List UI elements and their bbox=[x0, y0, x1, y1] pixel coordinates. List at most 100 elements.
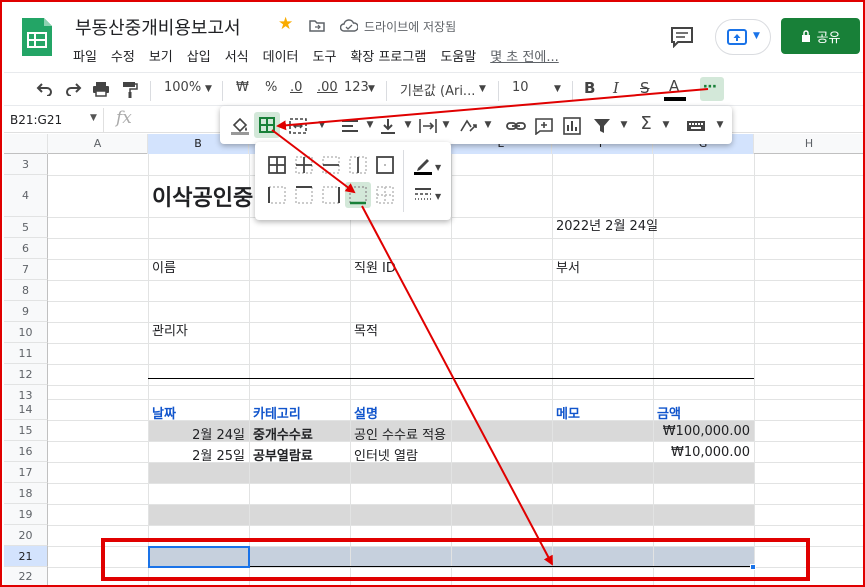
row-header-16[interactable]: 16 bbox=[4, 441, 48, 462]
row-header-7[interactable]: 7 bbox=[4, 259, 48, 280]
undo-icon[interactable] bbox=[36, 82, 54, 96]
last-edit-link[interactable]: 몇 초 전에... bbox=[490, 46, 559, 65]
chevron-down-icon[interactable]: ▼ bbox=[656, 120, 676, 138]
menu-format[interactable]: 서식 bbox=[225, 46, 249, 65]
chevron-down-icon[interactable]: ▼ bbox=[435, 192, 441, 201]
horizontal-align-icon[interactable] bbox=[340, 117, 360, 135]
decrease-decimal-button[interactable]: .0 bbox=[290, 80, 302, 95]
chevron-down-icon[interactable]: ▼ bbox=[398, 120, 418, 138]
increase-decimal-button[interactable]: .00 bbox=[317, 80, 338, 95]
row-header-6[interactable]: 6 bbox=[4, 238, 48, 259]
sheets-logo-icon[interactable] bbox=[20, 16, 54, 58]
row-16-desc-cell[interactable]: 인터넷 열람 bbox=[354, 445, 418, 464]
chevron-down-icon[interactable]: ▼ bbox=[435, 163, 441, 172]
more-formats-button[interactable]: 123 bbox=[344, 80, 369, 95]
zoom-select[interactable]: 100% bbox=[164, 80, 201, 95]
present-button[interactable]: ▼ bbox=[715, 19, 771, 55]
chevron-down-icon[interactable]: ▼ bbox=[436, 120, 456, 138]
document-title[interactable]: 부동산중개비용보고서 bbox=[75, 14, 241, 40]
share-button[interactable]: 공유 bbox=[781, 18, 860, 54]
more-button[interactable]: ⋯ bbox=[700, 77, 724, 101]
cloud-saved-icon[interactable] bbox=[340, 19, 358, 32]
borders-button[interactable] bbox=[254, 112, 280, 138]
dept-label-cell[interactable]: 부서 bbox=[556, 257, 580, 276]
chevron-down-icon[interactable]: ▼ bbox=[205, 84, 212, 94]
vertical-align-icon[interactable] bbox=[378, 117, 398, 135]
employee-id-label-cell[interactable]: 직원 ID bbox=[354, 257, 396, 276]
chevron-down-icon[interactable]: ▼ bbox=[360, 120, 380, 138]
header-desc-cell[interactable]: 설명 bbox=[354, 403, 378, 422]
horizontal-borders-icon[interactable] bbox=[321, 155, 341, 175]
menu-tools[interactable]: 도구 bbox=[313, 46, 337, 65]
menu-insert[interactable]: 삽입 bbox=[187, 46, 211, 65]
row-16-category-cell[interactable]: 공부열람료 bbox=[253, 445, 313, 464]
inner-borders-icon[interactable] bbox=[294, 155, 314, 175]
row-header-11[interactable]: 11 bbox=[4, 343, 48, 364]
menu-file[interactable]: 파일 bbox=[73, 46, 97, 65]
header-memo-cell[interactable]: 메모 bbox=[556, 403, 580, 422]
insert-link-icon[interactable] bbox=[506, 117, 526, 135]
row-header-20[interactable]: 20 bbox=[4, 525, 48, 546]
menu-help[interactable]: 도움말 bbox=[440, 46, 476, 65]
bottom-border-button[interactable] bbox=[345, 182, 371, 208]
left-border-icon[interactable] bbox=[267, 185, 287, 205]
text-rotation-icon[interactable] bbox=[458, 117, 478, 135]
chevron-down-icon[interactable]: ▼ bbox=[90, 113, 97, 123]
row-15-category-cell[interactable]: 중개수수료 bbox=[253, 424, 313, 443]
comment-icon[interactable] bbox=[670, 26, 694, 48]
header-date-cell[interactable]: 날짜 bbox=[152, 403, 176, 422]
fill-handle[interactable] bbox=[750, 564, 756, 570]
chevron-down-icon[interactable]: ▼ bbox=[479, 84, 486, 94]
chevron-down-icon[interactable]: ▼ bbox=[554, 84, 561, 94]
row-header-4[interactable]: 4 bbox=[4, 175, 48, 217]
row-header-9[interactable]: 9 bbox=[4, 301, 48, 322]
select-all-corner[interactable] bbox=[4, 134, 48, 154]
border-color-icon[interactable] bbox=[413, 155, 433, 175]
row-16-amount-cell[interactable]: ₩10,000.00 bbox=[653, 445, 750, 460]
chevron-down-icon[interactable]: ▼ bbox=[710, 120, 730, 138]
column-header-a[interactable]: A bbox=[48, 134, 148, 154]
bold-button[interactable]: B bbox=[584, 79, 595, 97]
row-15-amount-cell[interactable]: ₩100,000.00 bbox=[653, 424, 750, 439]
functions-icon[interactable]: Σ bbox=[636, 113, 656, 134]
currency-format-button[interactable]: ₩ bbox=[236, 80, 249, 95]
row-header-8[interactable]: 8 bbox=[4, 280, 48, 301]
chevron-down-icon[interactable]: ▼ bbox=[478, 120, 498, 138]
name-box[interactable]: B21:G21 bbox=[4, 108, 104, 132]
print-icon[interactable] bbox=[92, 81, 110, 97]
redo-icon[interactable] bbox=[64, 82, 82, 96]
move-folder-icon[interactable] bbox=[309, 19, 325, 32]
menu-data[interactable]: 데이터 bbox=[263, 46, 299, 65]
menu-view[interactable]: 보기 bbox=[149, 46, 173, 65]
clear-borders-icon[interactable] bbox=[375, 185, 395, 205]
fill-color-icon[interactable] bbox=[230, 117, 250, 135]
name-label-cell[interactable]: 이름 bbox=[152, 257, 176, 276]
active-cell-outline[interactable] bbox=[148, 546, 250, 568]
purpose-label-cell[interactable]: 목적 bbox=[354, 320, 378, 339]
report-title-cell[interactable]: 이삭공인중 bbox=[152, 180, 253, 212]
right-border-icon[interactable] bbox=[321, 185, 341, 205]
menu-extensions[interactable]: 확장 프로그램 bbox=[350, 46, 426, 65]
top-border-icon[interactable] bbox=[294, 185, 314, 205]
row-header-10[interactable]: 10 bbox=[4, 322, 48, 343]
row-header-5[interactable]: 5 bbox=[4, 217, 48, 238]
menu-edit[interactable]: 수정 bbox=[111, 46, 135, 65]
row-header-14[interactable]: 14 bbox=[4, 399, 48, 420]
row-15-desc-cell[interactable]: 공인 수수료 적용 bbox=[354, 424, 446, 443]
row-header-3[interactable]: 3 bbox=[4, 154, 48, 175]
row-header-18[interactable]: 18 bbox=[4, 483, 48, 504]
all-borders-icon[interactable] bbox=[267, 155, 287, 175]
text-color-button[interactable]: A bbox=[669, 77, 679, 95]
row-16-date-cell[interactable]: 2월 25일 bbox=[148, 445, 245, 464]
chevron-down-icon[interactable]: ▼ bbox=[368, 84, 375, 94]
row-header-19[interactable]: 19 bbox=[4, 504, 48, 525]
chevron-down-icon[interactable]: ▼ bbox=[614, 120, 634, 138]
merge-cells-icon[interactable] bbox=[288, 117, 308, 135]
percent-format-button[interactable]: % bbox=[265, 80, 277, 95]
insert-chart-icon[interactable] bbox=[562, 117, 582, 135]
outer-borders-icon[interactable] bbox=[375, 155, 395, 175]
font-size-select[interactable]: 10 bbox=[512, 80, 529, 95]
strikethrough-button[interactable]: S bbox=[640, 79, 650, 97]
header-amount-cell[interactable]: 금액 bbox=[657, 403, 681, 422]
row-header-12[interactable]: 12 bbox=[4, 364, 48, 385]
